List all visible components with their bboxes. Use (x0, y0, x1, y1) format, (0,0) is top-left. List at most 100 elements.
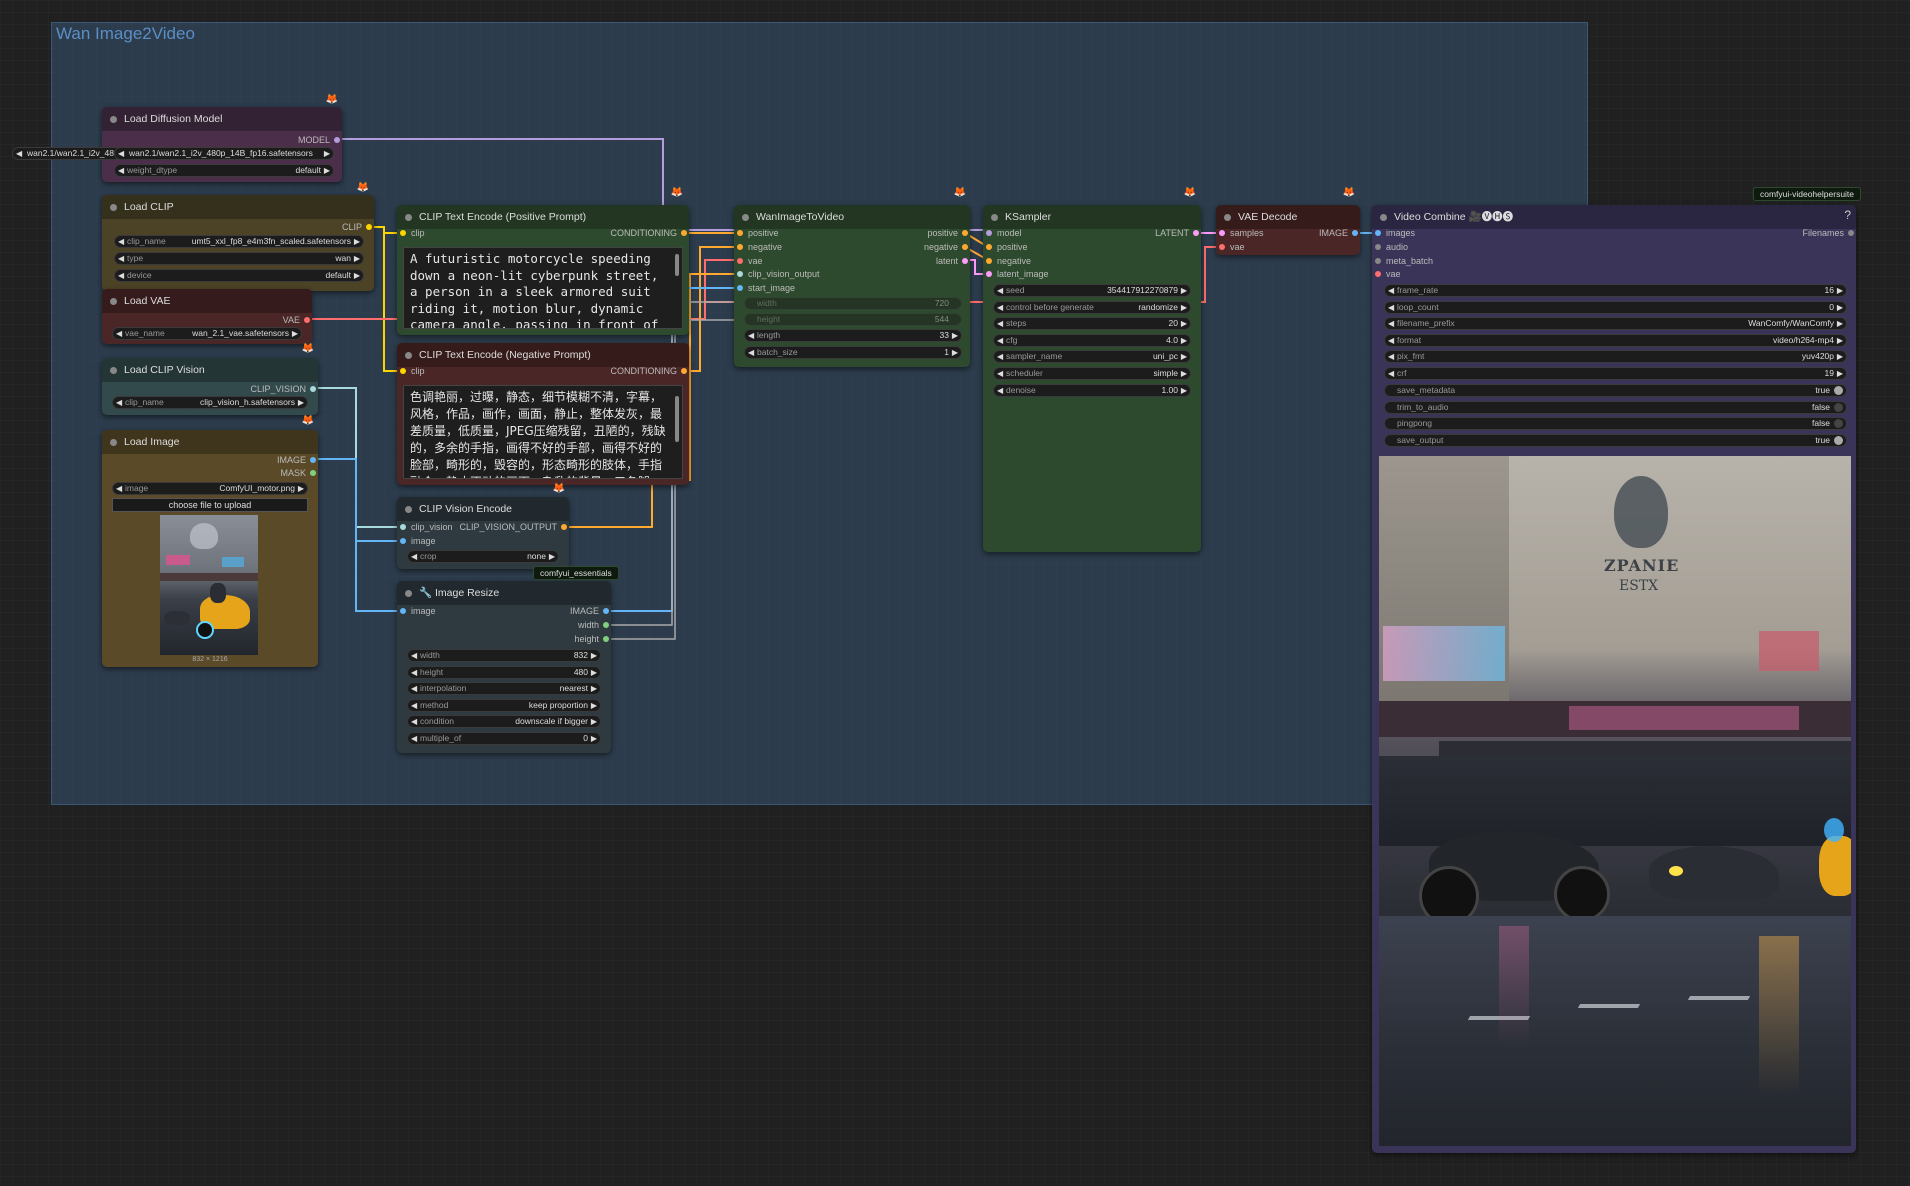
int-dot[interactable] (603, 622, 609, 628)
model-dot[interactable] (334, 137, 340, 143)
widget-scheduler[interactable]: ◀ scheduler simple ▶ (993, 367, 1191, 380)
output-slot[interactable]: LATENT (1099, 227, 1199, 239)
widget-pix-fmt[interactable]: ◀ pix_fmt yuv420p ▶ (1384, 350, 1847, 364)
node-title[interactable]: CLIP Text Encode (Positive Prompt) (397, 205, 689, 229)
upload-button[interactable]: choose file to upload (112, 498, 308, 512)
input-slot[interactable]: model (985, 227, 1022, 239)
widget-control-before-generate[interactable]: ◀ control before generate randomize ▶ (993, 300, 1191, 314)
slot-dot[interactable] (962, 243, 968, 250)
output-image[interactable]: IMAGE (1278, 227, 1358, 239)
node-title[interactable]: CLIP Vision Encode (397, 497, 569, 521)
cvo-dot[interactable] (561, 524, 567, 530)
widget-length[interactable]: ◀ length 33 ▶ (744, 329, 962, 342)
input-slot[interactable]: vae (1374, 268, 1401, 280)
slot-dot[interactable] (1375, 271, 1381, 278)
image-dot[interactable] (400, 608, 406, 614)
image-dot[interactable] (1352, 230, 1358, 236)
node-title[interactable]: Load Image (102, 430, 318, 454)
widget-width[interactable]: width 720 (744, 297, 962, 310)
latent-dot[interactable] (1219, 230, 1225, 236)
toggle-knob[interactable] (1834, 435, 1843, 445)
video-preview[interactable]: ZPANIE ESTX (1379, 456, 1851, 1146)
input-clip[interactable]: clip (399, 227, 425, 239)
node-title[interactable]: 🔧 Image Resize (397, 581, 611, 605)
input-slot[interactable]: latent_image (985, 268, 1049, 280)
widget-trim-to-audio[interactable]: trim_to_audio false (1384, 400, 1847, 414)
output-clip[interactable]: CLIP (262, 221, 372, 233)
input-slot[interactable]: images (1374, 227, 1415, 239)
clip-dot[interactable] (366, 224, 372, 230)
widget-vae-name[interactable]: ◀ vae_name wan_2.1_vae.safetensors ▶ (112, 327, 302, 340)
input-slot[interactable]: vae (736, 255, 763, 267)
widget-filename-prefix[interactable]: ◀ filename_prefix WanComfy/WanComfy ▶ (1384, 317, 1847, 331)
node-wan-image-to-video[interactable]: WanImageToVideo positive negative vae clip_… (734, 205, 970, 367)
input-slot[interactable]: negative (736, 241, 782, 253)
widget-denoise[interactable]: ◀ denoise 1.00 ▶ (993, 383, 1191, 397)
output-mask[interactable]: MASK (206, 467, 316, 479)
input-image[interactable]: image (399, 535, 436, 547)
input-slot[interactable]: clip_vision_output (736, 268, 820, 280)
widget-multiple-of[interactable]: ◀ multiple_of 0 ▶ (407, 732, 601, 745)
node-title[interactable]: Load CLIP (102, 195, 374, 219)
slot-dot[interactable] (1193, 230, 1199, 236)
widget-height[interactable]: ◀ height 480 ▶ (407, 665, 601, 679)
widget-width[interactable]: ◀ width 832 ▶ (407, 649, 601, 662)
slot-dot[interactable] (737, 257, 743, 264)
output-slot[interactable]: negative (868, 241, 968, 253)
slot-dot[interactable] (986, 271, 992, 278)
prompt-textarea-negative[interactable]: 色调艳丽，过曝，静态，细节模糊不清，字幕，风格，作品，画作，画面，静止，整体发灰… (403, 385, 683, 479)
clip-vision-dot[interactable] (400, 524, 406, 530)
node-vae-decode[interactable]: VAE Decode samples vae IMAGE (1216, 205, 1360, 255)
input-slot[interactable]: start_image (736, 282, 795, 294)
int-dot[interactable] (603, 636, 609, 642)
output-height[interactable]: height (509, 633, 609, 645)
output-conditioning[interactable]: CONDITIONING (537, 365, 687, 377)
node-title[interactable]: VAE Decode (1216, 205, 1360, 229)
slot-dot[interactable] (737, 285, 743, 292)
widget-sampler-name[interactable]: ◀ sampler_name uni_pc ▶ (993, 350, 1191, 364)
widget-clip-name[interactable]: ◀ clip_name umt5_xxl_fp8_e4m3fn_scaled.saf… (114, 235, 364, 248)
vae-dot[interactable] (304, 317, 310, 323)
input-clip[interactable]: clip (399, 365, 425, 377)
node-title[interactable]: WanImageToVideo (734, 205, 970, 229)
widget-save-output[interactable]: save_output true (1384, 433, 1847, 447)
node-ksampler[interactable]: KSampler model positive negative latent_ima… (983, 205, 1201, 552)
widget-interpolation[interactable]: ◀ interpolation nearest ▶ (407, 682, 601, 696)
comfyui-canvas[interactable]: Wan Image2Video Load Diffusion Model MOD… (0, 0, 1910, 1186)
widget-image[interactable]: ◀ image ComfyUI_motor.png ▶ (112, 482, 308, 495)
output-image[interactable]: IMAGE (206, 454, 316, 466)
slot-dot[interactable] (1375, 257, 1381, 264)
node-title[interactable]: Video Combine 🎥🅥🅗🅢 (1372, 205, 1856, 229)
slot-dot[interactable] (1375, 230, 1381, 236)
image-dot[interactable] (603, 608, 609, 614)
input-slot[interactable]: positive (985, 241, 1028, 253)
node-title[interactable]: CLIP Text Encode (Negative Prompt) (397, 343, 689, 367)
slot-dot[interactable] (737, 271, 743, 278)
input-image[interactable]: image (399, 605, 436, 617)
input-slot[interactable]: audio (1374, 241, 1408, 253)
widget-unet-name[interactable]: ◀ wan2.1/wan2.1_i2v_480p_14B_fp16.safeten… (114, 147, 334, 160)
node-video-combine[interactable]: Video Combine 🎥🅥🅗🅢 ? images audio meta_bat… (1372, 205, 1856, 1153)
widget-clip-vision-name[interactable]: ◀ clip_name clip_vision_h.safetensors ▶ (112, 396, 308, 409)
widget-device[interactable]: ◀ device default ▶ (114, 269, 364, 282)
widget-batch-size[interactable]: ◀ batch_size 1 ▶ (744, 346, 962, 359)
slot-dot[interactable] (986, 230, 992, 236)
node-title[interactable]: Load Diffusion Model (102, 107, 342, 131)
image-dot[interactable] (310, 457, 316, 463)
input-slot[interactable]: negative (985, 255, 1031, 267)
widget-crf[interactable]: ◀ crf 19 ▶ (1384, 367, 1847, 380)
input-samples[interactable]: samples (1218, 227, 1264, 239)
slot-dot[interactable] (1375, 243, 1381, 250)
slot-dot[interactable] (962, 257, 968, 264)
help-icon[interactable]: ? (1844, 208, 1851, 222)
widget-weight-dtype[interactable]: ◀ weight_dtype default ▶ (114, 164, 334, 177)
prompt-textarea-positive[interactable]: A futuristic motorcycle speeding down a … (403, 247, 683, 329)
input-vae[interactable]: vae (1218, 241, 1245, 253)
scrollbar[interactable] (675, 254, 679, 276)
output-clip-vision-output[interactable]: CLIP_VISION_OUTPUT (447, 521, 567, 533)
toggle-knob[interactable] (1834, 386, 1843, 395)
toggle-knob[interactable] (1834, 402, 1843, 412)
toggle-knob[interactable] (1834, 419, 1843, 429)
clip-dot[interactable] (400, 230, 406, 236)
slot-dot[interactable] (737, 230, 743, 236)
